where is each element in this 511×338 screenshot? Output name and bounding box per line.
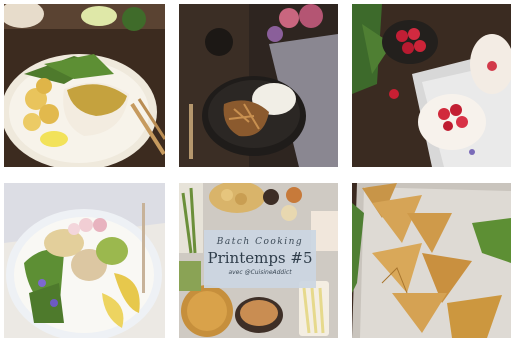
samosas-image (352, 183, 511, 338)
photo-tile-batch-cooking[interactable]: Batch Cooking Printemps #5 avec @Cuisine… (179, 183, 338, 338)
wok-dish-image (179, 4, 338, 167)
strawberry-dessert-image (352, 4, 511, 167)
photo-tile-strawberry-dessert[interactable] (352, 4, 511, 167)
buddha-bowl-image (4, 183, 165, 338)
photo-tile-wok-dish[interactable] (179, 4, 338, 167)
overlay-line-3: avec @CuisineAddict (228, 269, 292, 276)
photo-tile-fish-plate[interactable] (4, 4, 165, 167)
photo-tile-samosas[interactable] (352, 183, 511, 338)
photo-tile-buddha-bowl[interactable] (4, 183, 165, 338)
fish-plate-image (4, 4, 165, 167)
overlay-line-1: Batch Cooking (216, 237, 304, 247)
photo-grid: Batch Cooking Printemps #5 avec @Cuisine… (0, 0, 511, 338)
title-overlay: Batch Cooking Printemps #5 avec @Cuisine… (204, 230, 316, 288)
overlay-line-2: Printemps #5 (207, 249, 313, 267)
